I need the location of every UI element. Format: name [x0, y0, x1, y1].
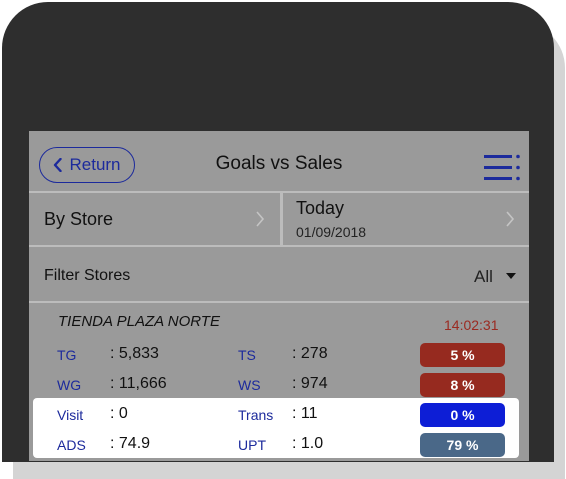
list-menu-icon[interactable]: [482, 153, 522, 183]
chevron-right-icon: [256, 211, 265, 227]
metric-label: UPT: [238, 437, 266, 453]
metric-value: : 11: [292, 405, 318, 422]
date-selector[interactable]: Today 01/09/2018: [283, 193, 529, 245]
percent-badge: 5 %: [420, 343, 505, 367]
metric-label: TS: [238, 347, 256, 363]
app-screen: Return Goals vs Sales By Store Today 01/…: [29, 131, 529, 461]
metric-value: : 278: [292, 345, 328, 362]
filter-value: All: [474, 267, 493, 286]
metric-label: Visit: [57, 407, 84, 423]
return-label: Return: [69, 155, 121, 174]
metric-label: Trans: [238, 407, 274, 423]
metric-value: : 74.9: [110, 435, 151, 452]
metric-value: : 5,833: [110, 345, 159, 362]
filter-stores-dropdown[interactable]: Filter Stores All: [29, 247, 529, 301]
metric-value: : 974: [292, 375, 328, 392]
store-name: TIENDA PLAZA NORTE: [58, 313, 220, 330]
filter-stores-label: Filter Stores: [44, 267, 131, 284]
metric-value: : 1.0: [292, 435, 324, 452]
metric-label: ADS: [57, 437, 86, 453]
percent-badge: 0 %: [420, 403, 505, 427]
metric-value: : 0: [110, 405, 128, 422]
app-header: Return Goals vs Sales: [29, 131, 529, 191]
by-store-label: By Store: [44, 209, 114, 229]
divider: [29, 301, 529, 303]
caret-down-icon: [506, 273, 516, 279]
metric-label: WS: [238, 377, 261, 393]
date-label: Today: [296, 198, 345, 218]
metric-label: TG: [57, 347, 77, 363]
by-store-selector[interactable]: By Store: [29, 193, 280, 245]
metric-label: WG: [57, 377, 82, 393]
percent-badge: 8 %: [420, 373, 505, 397]
return-button[interactable]: Return: [39, 147, 135, 183]
chevron-left-icon: [54, 158, 63, 172]
metric-value: : 11,666: [110, 375, 167, 392]
page-title: Goals vs Sales: [215, 153, 343, 174]
percent-badge: 79 %: [420, 433, 505, 457]
store-time: 14:02:31: [444, 317, 499, 333]
date-value: 01/09/2018: [296, 224, 367, 240]
device-frame: Return Goals vs Sales By Store Today 01/…: [2, 2, 554, 462]
chevron-right-icon: [506, 211, 515, 227]
